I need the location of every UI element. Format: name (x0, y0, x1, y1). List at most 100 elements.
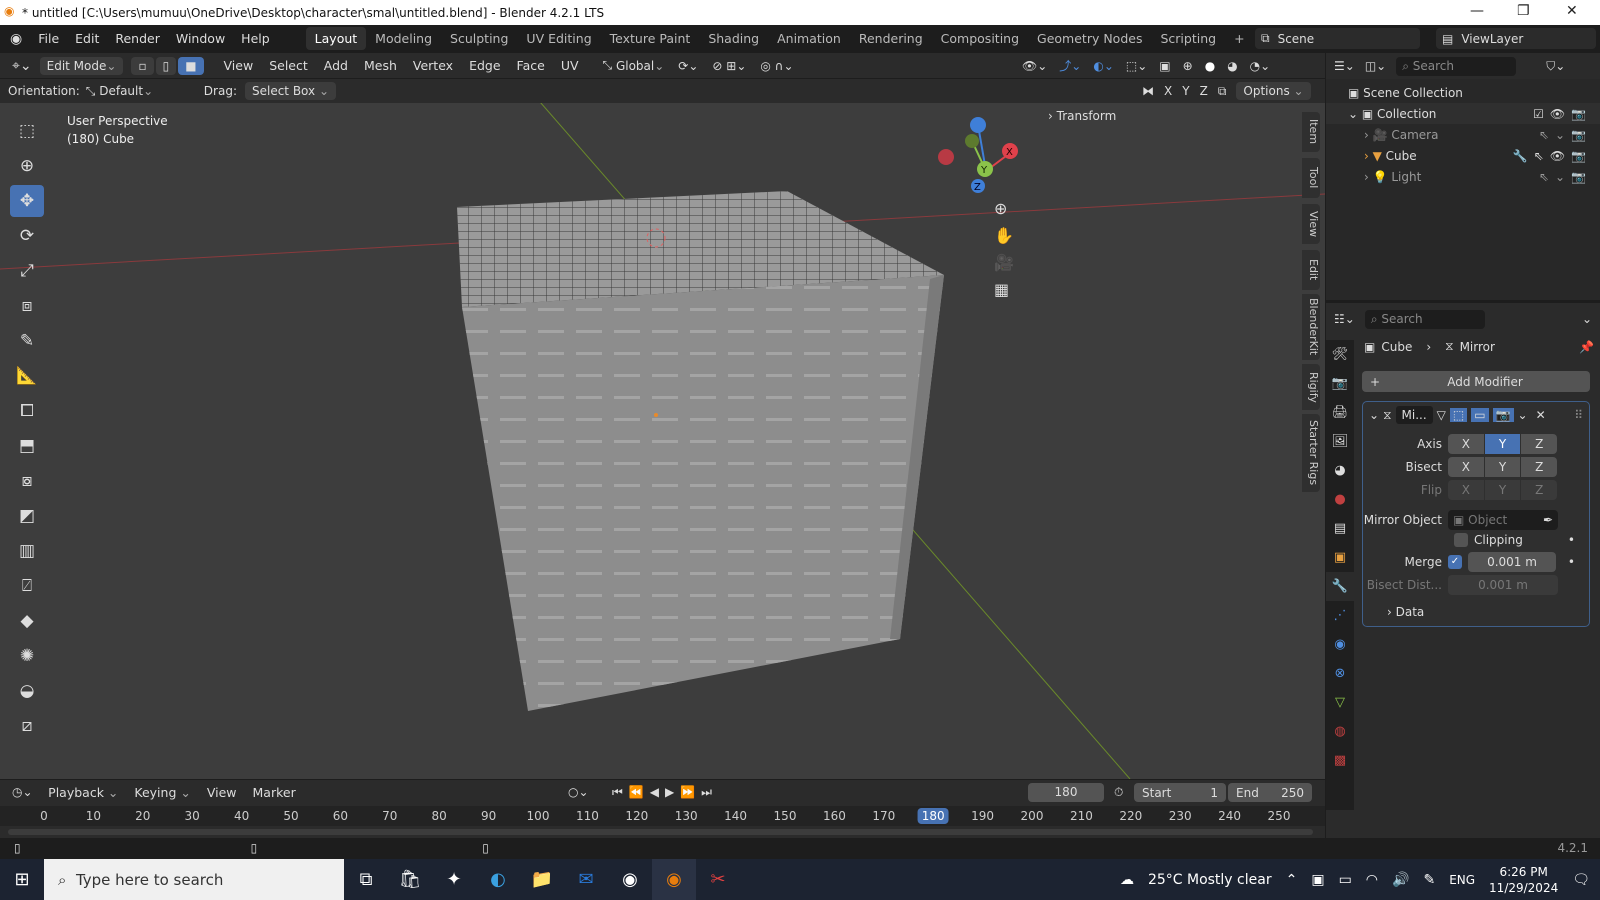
filter-icon[interactable]: ⛉⌄ (1546, 59, 1565, 74)
rotate-icon[interactable]: ⟳ (10, 220, 44, 252)
menu-view[interactable]: View (216, 58, 262, 73)
data-tab-icon[interactable]: ▽ (1326, 688, 1354, 717)
annotate-icon[interactable]: ✎ (10, 325, 44, 357)
keyframe-dot-icon[interactable]: • (1568, 533, 1575, 547)
menu-edit[interactable]: Edit (67, 31, 107, 46)
weather-icon[interactable]: ☁ (1120, 872, 1134, 888)
camera-view-icon[interactable]: 🎥 (994, 253, 1014, 272)
measure-icon[interactable]: 📐 (10, 360, 44, 392)
camera-visibility-icons[interactable]: ⇖⌄📷 (1539, 128, 1600, 142)
ortho-grid-icon[interactable]: ▦ (994, 280, 1014, 299)
menu-mesh[interactable]: Mesh (356, 58, 405, 73)
bisect-x-toggle[interactable]: X (1448, 457, 1484, 477)
editmode-toggle-icon[interactable]: ⬚ (1449, 408, 1468, 422)
material-tab-icon[interactable]: ◍ (1326, 717, 1354, 746)
constraints-tab-icon[interactable]: ⊗ (1326, 659, 1354, 688)
task-view-icon[interactable]: ⧉ (344, 859, 388, 900)
outliner-editor-icon[interactable]: ☰⌄ (1334, 59, 1355, 73)
axis-x-toggle[interactable]: X (1448, 434, 1484, 454)
outliner-item-camera[interactable]: › 🎥 Camera ⇖⌄📷 (1326, 124, 1600, 145)
scale-icon[interactable]: ⤢ (10, 255, 44, 287)
sidebar-tab-item[interactable]: Item (1302, 112, 1320, 152)
wifi-icon[interactable]: ◠ (1366, 872, 1378, 888)
menu-file[interactable]: File (30, 31, 67, 46)
collection-visibility-icons[interactable]: ☑👁📷 (1533, 107, 1600, 121)
axis-z-toggle[interactable]: Z (1521, 434, 1558, 454)
mirror-x-toggle[interactable]: X (1164, 84, 1172, 98)
overlay-icon[interactable]: ◐⌄ (1093, 59, 1114, 73)
modifier-tab-icon[interactable]: 🔧 (1326, 572, 1354, 601)
edit-cage-icon[interactable]: ▽ (1437, 408, 1446, 422)
view-layer-tab-icon[interactable]: 🖼 (1326, 427, 1354, 456)
tab-sculpting[interactable]: Sculpting (441, 27, 517, 50)
knife-icon[interactable]: ⍁ (10, 570, 44, 602)
chevron-down-icon[interactable]: ⌄ (1369, 408, 1379, 422)
data-subpanel-header[interactable]: › Data (1363, 605, 1589, 619)
tab-modeling[interactable]: Modeling (366, 27, 441, 50)
tab-uv-editing[interactable]: UV Editing (517, 27, 600, 50)
shear-icon[interactable]: ⧄ (10, 710, 44, 742)
collection-tab-icon[interactable]: ▤ (1326, 514, 1354, 543)
light-visibility-icons[interactable]: ⇖⌄📷 (1539, 170, 1600, 184)
transform-panel-header[interactable]: › Transform (1048, 109, 1116, 123)
pen-icon[interactable]: ✎ (1423, 872, 1435, 888)
sidebar-tab-edit[interactable]: Edit (1302, 250, 1320, 290)
sidebar-tab-tool[interactable]: Tool (1302, 158, 1320, 198)
menu-uv[interactable]: UV (553, 58, 587, 73)
pin-icon[interactable]: 📌 (1579, 340, 1594, 354)
menu-view[interactable]: View (199, 785, 245, 800)
spin-icon[interactable]: ✺ (10, 640, 44, 672)
stopwatch-icon[interactable]: ⏱ (1114, 785, 1123, 800)
chevron-down-icon[interactable]: ⌄ (1582, 312, 1592, 326)
mirror-y-toggle[interactable]: Y (1182, 84, 1189, 98)
auto-merge-icon[interactable]: ⧉ (1218, 84, 1227, 99)
taskbar-search-input[interactable]: ⌕ Type here to search (44, 859, 344, 900)
rendered-shading-icon[interactable]: ◔⌄ (1250, 59, 1271, 73)
timeline-scrollbar[interactable] (8, 829, 1313, 835)
add-modifier-button[interactable]: + Add Modifier (1362, 371, 1590, 392)
mirror-z-toggle[interactable]: Z (1200, 84, 1208, 98)
tab-geometry-nodes[interactable]: Geometry Nodes (1028, 27, 1151, 50)
close-button[interactable]: ✕ (1566, 3, 1578, 19)
snap-icon[interactable]: ⊘ ⊞⌄ (712, 59, 746, 73)
outliner-item-light[interactable]: › 💡 Light ⇖⌄📷 (1326, 166, 1600, 187)
menu-marker[interactable]: Marker (245, 785, 304, 800)
gizmo-x-neg[interactable] (938, 149, 954, 165)
tab-animation[interactable]: Animation (768, 27, 850, 50)
render-toggle-icon[interactable]: 📷 (1492, 408, 1514, 422)
chrome-icon[interactable]: ◉ (608, 859, 652, 900)
tab-rendering[interactable]: Rendering (850, 27, 932, 50)
inset-icon[interactable]: ⧇ (10, 465, 44, 497)
tab-compositing[interactable]: Compositing (932, 27, 1028, 50)
drag-dropdown[interactable]: Select Box (244, 82, 336, 100)
sidebar-tab-rigify[interactable]: Rigify (1302, 364, 1320, 410)
particles-tab-icon[interactable]: ⋰ (1326, 601, 1354, 630)
select-box-icon[interactable]: ⬚ (10, 115, 44, 147)
gizmo-y-neg[interactable] (965, 134, 979, 148)
add-workspace-button[interactable]: + (1225, 27, 1253, 50)
transform-icon[interactable]: ⧈ (10, 290, 44, 322)
battery-icon[interactable]: ▭ (1339, 872, 1352, 888)
clipping-checkbox[interactable] (1454, 533, 1468, 547)
transform-orientation-dropdown[interactable]: ⤡ Global (603, 58, 665, 73)
auto-key-icon[interactable]: ○⌄ (568, 785, 589, 799)
blender-taskbar-icon[interactable]: ◉ (652, 859, 696, 900)
xray-icon[interactable]: ▣ (1159, 59, 1170, 73)
tab-scripting[interactable]: Scripting (1151, 27, 1225, 50)
menu-face[interactable]: Face (509, 58, 553, 73)
language-indicator[interactable]: ENG (1449, 873, 1475, 887)
tool-tab-icon[interactable]: 🛠 (1326, 340, 1354, 369)
notifications-icon[interactable]: 🗨 (1572, 872, 1590, 888)
gizmo-icon[interactable]: ⤴⌄ (1059, 57, 1081, 74)
mode-dropdown[interactable]: Edit Mode (39, 56, 124, 75)
edge-browser-icon[interactable]: ◐ (476, 859, 520, 900)
menu-window[interactable]: Window (168, 31, 233, 46)
render-tab-icon[interactable]: 📷 (1326, 369, 1354, 398)
bisect-distance-field[interactable]: 0.001 m (1448, 575, 1558, 595)
editor-type-icon[interactable]: ◷⌄ (12, 785, 40, 799)
move-icon[interactable]: ✥ (10, 185, 44, 217)
blender-menu-icon[interactable]: ◉ (0, 31, 30, 47)
modifier-menu-icon[interactable]: ⌄ (1518, 408, 1528, 422)
bisect-z-toggle[interactable]: Z (1521, 457, 1558, 477)
physics-tab-icon[interactable]: ◉ (1326, 630, 1354, 659)
